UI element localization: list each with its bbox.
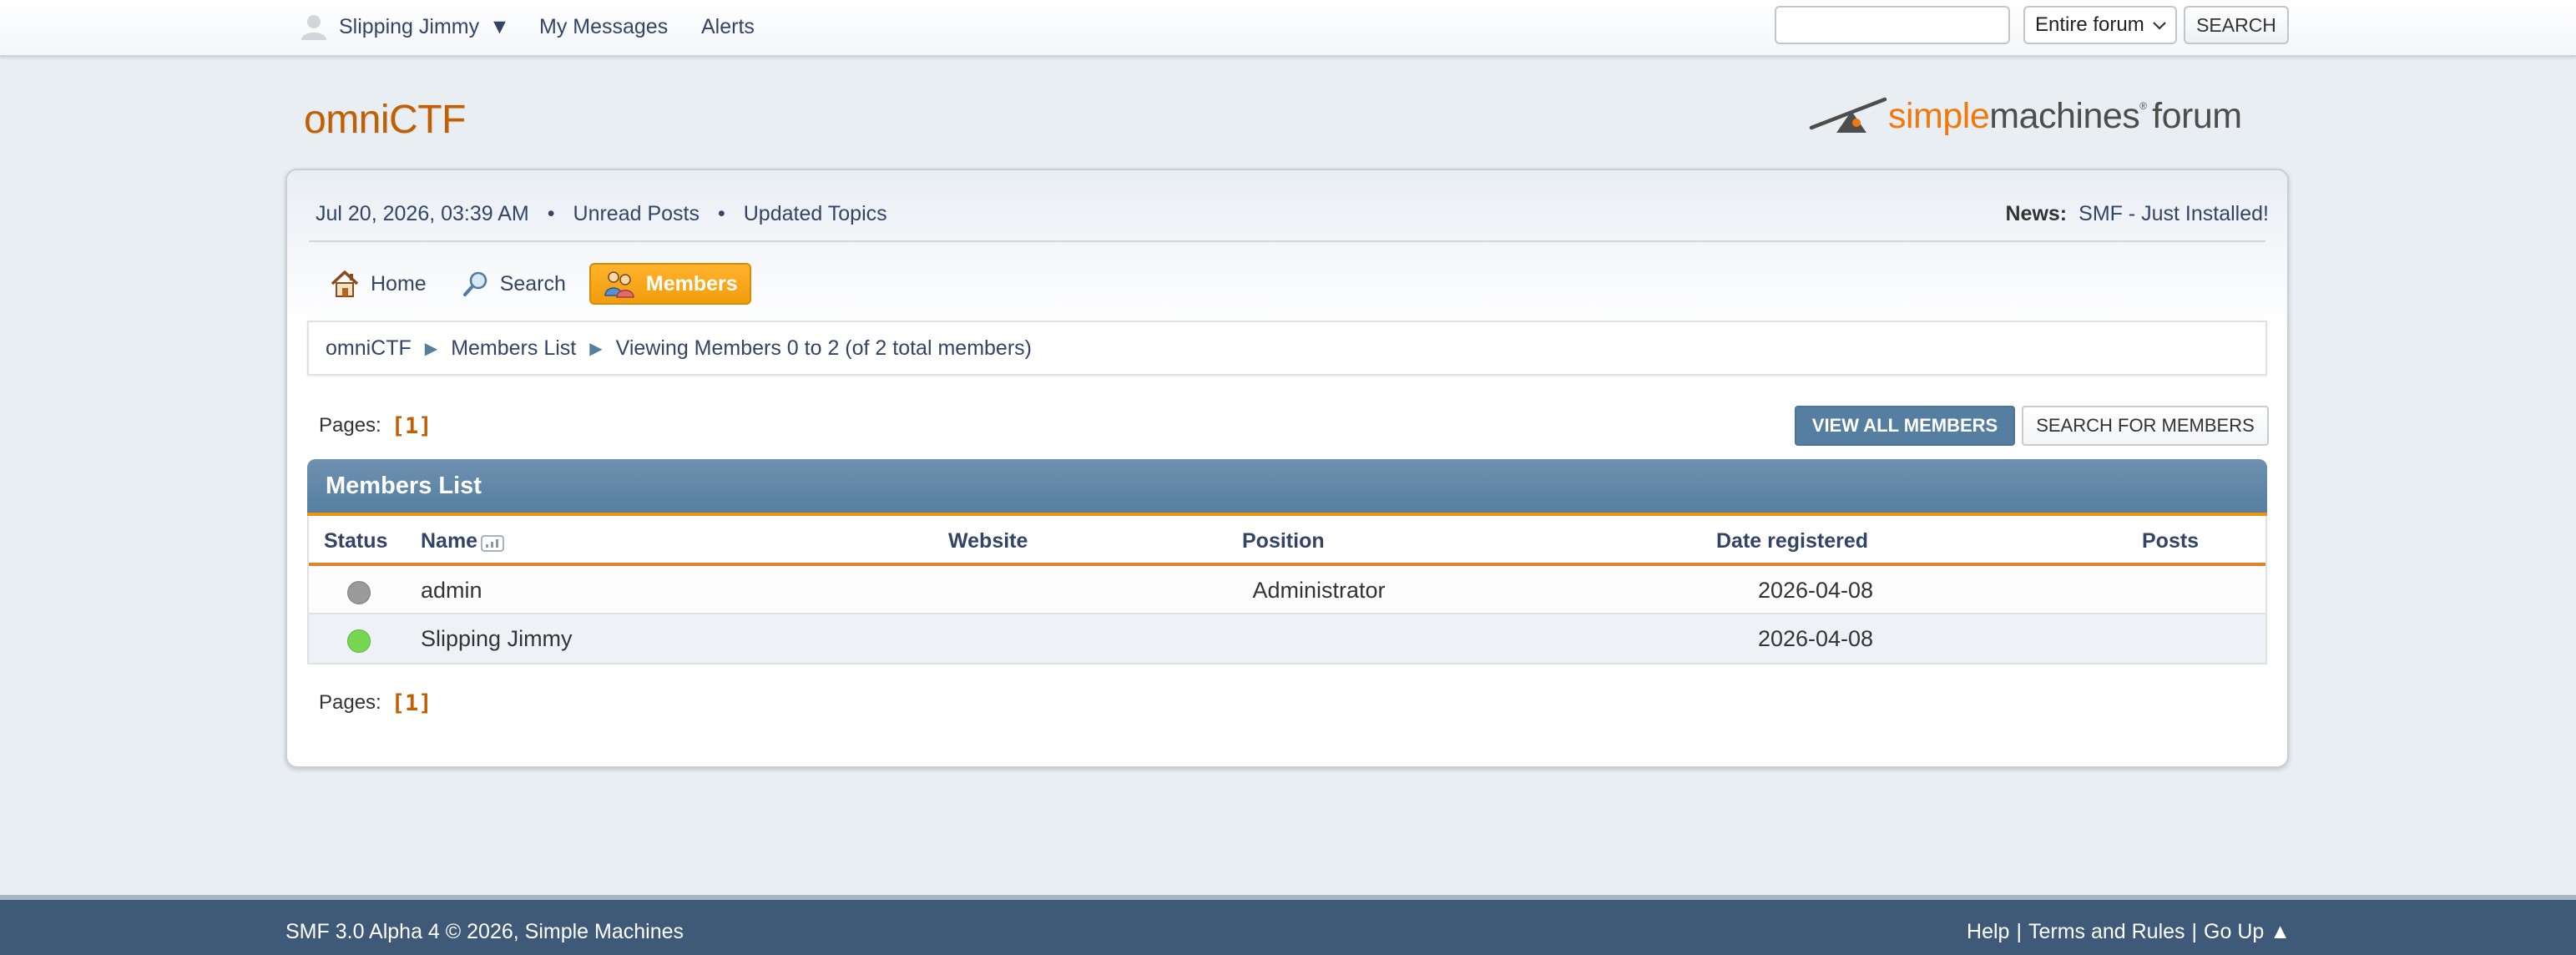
chevron-down-icon: [2152, 13, 2167, 37]
registered-mark: ®: [2139, 100, 2148, 112]
menu-item-search[interactable]: Search: [450, 263, 578, 305]
page-current: [1]: [391, 690, 432, 716]
breadcrumb-arrow-icon: ▶: [589, 339, 603, 358]
offline-status-icon: [347, 581, 371, 604]
member-name[interactable]: Slipping Jimmy: [421, 614, 573, 663]
column-name[interactable]: Name: [421, 516, 504, 566]
search-button[interactable]: SEARCH: [2184, 6, 2289, 44]
seesaw-logo-icon: [1809, 97, 1887, 133]
column-position[interactable]: Position: [1242, 516, 1325, 566]
breadcrumb: omniCTF ▶ Members List ▶ Viewing Members…: [307, 321, 2267, 376]
main-menu: Home Search Members: [317, 262, 751, 306]
go-up-link[interactable]: Go Up ▲: [2204, 920, 2291, 944]
column-name-label: Name: [421, 529, 478, 553]
online-status-icon: [347, 629, 371, 653]
my-messages-link[interactable]: My Messages: [539, 10, 668, 43]
column-website[interactable]: Website: [948, 516, 1028, 566]
logo-word-simple: simple: [1888, 95, 1990, 136]
user-bar: Slipping Jimmy ▼ My Messages Alerts Enti…: [0, 0, 2576, 57]
terms-link[interactable]: Terms and Rules: [2028, 920, 2185, 944]
member-position: [1217, 614, 1421, 663]
breadcrumb-item-current: Viewing Members 0 to 2 (of 2 total membe…: [615, 336, 1032, 360]
sort-icon: [481, 535, 504, 552]
member-date-registered: 2026-04-08: [1757, 626, 1874, 651]
breadcrumb-item-members-list[interactable]: Members List: [451, 336, 576, 361]
menu-item-members[interactable]: Members: [588, 263, 751, 305]
menu-item-label: Search: [499, 271, 566, 296]
footer-links: Help | Terms and Rules | Go Up ▲: [1967, 920, 2291, 944]
user-avatar-icon: [299, 12, 329, 42]
menu-item-label: Home: [371, 271, 427, 296]
logo-word-machines: machines: [1989, 95, 2140, 136]
search-icon: [462, 271, 487, 296]
smf-logo[interactable]: simple machines ® forum: [1808, 90, 2272, 142]
view-all-members-button[interactable]: VIEW ALL MEMBERS: [1795, 406, 2015, 446]
separator-dot: •: [717, 201, 725, 225]
pages-label: Pages:: [319, 414, 381, 437]
alerts-link[interactable]: Alerts: [701, 10, 755, 43]
updated-topics-link[interactable]: Updated Topics: [744, 202, 887, 226]
column-date-registered[interactable]: Date registered: [1716, 516, 1868, 566]
search-for-members-button[interactable]: SEARCH FOR MEMBERS: [2022, 406, 2269, 446]
table-header: Status Name Website Position Date regist…: [309, 516, 2265, 566]
user-menu[interactable]: Slipping Jimmy ▼: [299, 10, 510, 43]
search-scope-value: Entire forum: [2035, 13, 2144, 36]
user-name: Slipping Jimmy: [339, 14, 480, 38]
member-name[interactable]: admin: [421, 566, 482, 614]
pagination-top: Pages: [1]: [319, 411, 432, 441]
breadcrumb-item-home[interactable]: omniCTF: [326, 336, 412, 361]
logo-word-forum: forum: [2152, 95, 2242, 136]
chevron-down-icon: ▼: [489, 14, 510, 38]
forum-title[interactable]: omniCTF: [304, 97, 466, 143]
column-posts[interactable]: Posts: [2142, 516, 2199, 566]
news-label: News:: [2005, 201, 2068, 225]
table-row: Slipping Jimmy 2026-04-08: [309, 614, 2265, 663]
pages-label: Pages:: [319, 691, 381, 714]
footer: SMF 3.0 Alpha 4 © 2026, Simple Machines …: [0, 895, 2576, 955]
news-ticker: News: SMF - Just Installed!: [2006, 199, 2270, 229]
member-position: Administrator: [1252, 578, 1386, 603]
unread-posts-link[interactable]: Unread Posts: [573, 202, 700, 226]
table-row: admin Administrator 2026-04-08: [309, 566, 2265, 614]
news-text: SMF - Just Installed!: [2078, 201, 2269, 225]
members-icon: [604, 271, 634, 298]
separator-dot: •: [547, 201, 555, 225]
breadcrumb-arrow-icon: ▶: [424, 339, 438, 358]
search-input[interactable]: [1775, 6, 2010, 44]
footer-copyright[interactable]: SMF 3.0 Alpha 4 © 2026, Simple Machines: [285, 920, 684, 944]
member-date-registered: 2026-04-08: [1757, 578, 1874, 603]
pagination-bottom: Pages: [1]: [319, 688, 432, 718]
menu-item-label: Members: [645, 271, 738, 296]
members-list-header: Members List: [307, 459, 2267, 516]
column-status[interactable]: Status: [324, 516, 387, 566]
content-wrapper: Jul 20, 2026, 03:39 AM • Unread Posts • …: [285, 169, 2289, 768]
help-link[interactable]: Help: [1967, 920, 2009, 944]
footer-separator: |: [2191, 920, 2198, 943]
home-icon: [331, 270, 359, 297]
divider: [309, 240, 2265, 242]
info-bar: Jul 20, 2026, 03:39 AM • Unread Posts • …: [316, 199, 887, 229]
search-scope-select[interactable]: Entire forum: [2023, 6, 2177, 44]
footer-separator: |: [2016, 920, 2022, 943]
members-table: Status Name Website Position Date regist…: [307, 516, 2267, 664]
menu-item-home[interactable]: Home: [317, 263, 438, 305]
page-current: [1]: [391, 412, 432, 439]
current-datetime: Jul 20, 2026, 03:39 AM: [316, 201, 529, 225]
